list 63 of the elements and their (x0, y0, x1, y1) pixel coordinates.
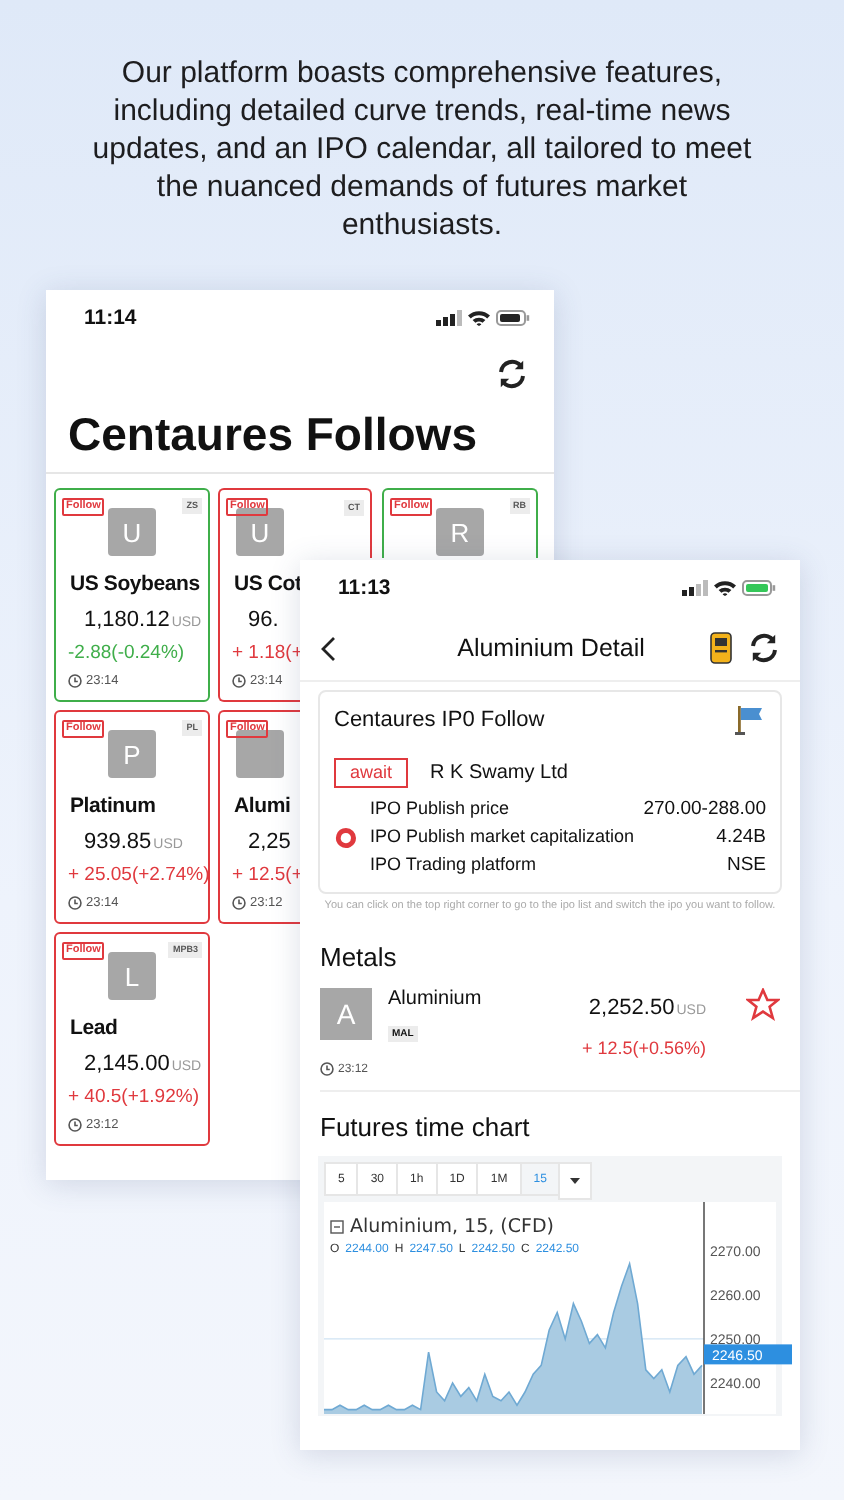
instrument-name: Aluminium (388, 988, 484, 1010)
field-label: IPO Trading platform (370, 854, 537, 876)
price: 2,145.00 (84, 1052, 170, 1076)
instrument-name: Platinum (70, 794, 156, 818)
battery-icon (496, 310, 530, 326)
avatar: U (236, 508, 284, 556)
price-change: + 40.5(+1.92%) (68, 1086, 199, 1108)
instrument-name: US Cot (234, 572, 302, 596)
price-change: + 12.5(+0.56%) (581, 1038, 706, 1058)
headline: Our platform boasts comprehensive features, including detailed curve trends, real-time news updates, and an IPO calendar, all tailored to meet the nuanced demands of futures market enthusiasts. (90, 54, 754, 244)
star-icon[interactable] (746, 988, 780, 1022)
signal-icon (682, 580, 708, 596)
field-value: 270.00-288.00 (643, 798, 766, 820)
clock-icon (232, 896, 246, 910)
price: 96. (248, 608, 279, 632)
device-icon[interactable] (710, 632, 732, 664)
price: 2,252.50 (588, 996, 675, 1020)
avatar: U (108, 508, 156, 556)
avatar: P (108, 730, 156, 778)
collapse-icon[interactable] (330, 1220, 344, 1234)
nav-title: Aluminium Detail (455, 634, 647, 662)
clock-icon (232, 674, 246, 688)
signal-icon (436, 310, 462, 326)
price: 939.85 (84, 830, 152, 854)
avatar (236, 730, 284, 778)
clock-icon (320, 1062, 334, 1076)
section-title: Futures time chart (320, 1112, 532, 1142)
company-name: R K Swamy Ltd (430, 762, 568, 784)
field-value: 4.24B (716, 826, 766, 848)
dropdown-button[interactable] (558, 1162, 593, 1200)
status-time: 11:14 (84, 306, 139, 330)
refresh-icon[interactable] (496, 358, 528, 390)
clock-icon (68, 1118, 82, 1132)
clock-icon (68, 674, 82, 688)
avatar: R (436, 508, 484, 556)
refresh-icon[interactable] (748, 632, 780, 664)
avatar: L (108, 952, 156, 1000)
flag-icon[interactable] (734, 704, 766, 736)
card-title: Centaures IP0 Follow (334, 708, 545, 732)
instrument-name: Alumi (234, 794, 291, 818)
status-tag: await (334, 758, 409, 788)
instrument-name: US Soybeans (70, 572, 200, 596)
field-label: IPO Publish price (370, 798, 510, 820)
battery-icon (742, 580, 776, 596)
caret-icon (570, 1178, 581, 1184)
avatar: A (320, 988, 372, 1040)
back-icon[interactable] (320, 635, 336, 661)
price-change: + 25.05(+2.74%) (68, 864, 210, 886)
section-title: Metals (320, 942, 399, 972)
field-value: NSE (726, 854, 766, 876)
field-label: IPO Publish market capitalization (370, 826, 635, 848)
wifi-icon (714, 580, 736, 596)
wifi-icon (468, 310, 490, 326)
price-change: + 1.18(+ (232, 642, 303, 664)
clock-icon (68, 896, 82, 910)
instrument-name: Lead (70, 1016, 118, 1040)
chart-legend: Aluminium, 15, (CFD) (350, 1216, 554, 1238)
price: 1,180.12 (84, 608, 170, 632)
price-change: + 12.5(+ (232, 864, 303, 886)
page-title: Centaures Follows (46, 398, 554, 474)
status-time: 11:13 (338, 576, 393, 600)
price-change: -2.88(-0.24%) (68, 642, 185, 664)
price: 2,25 (248, 830, 291, 854)
